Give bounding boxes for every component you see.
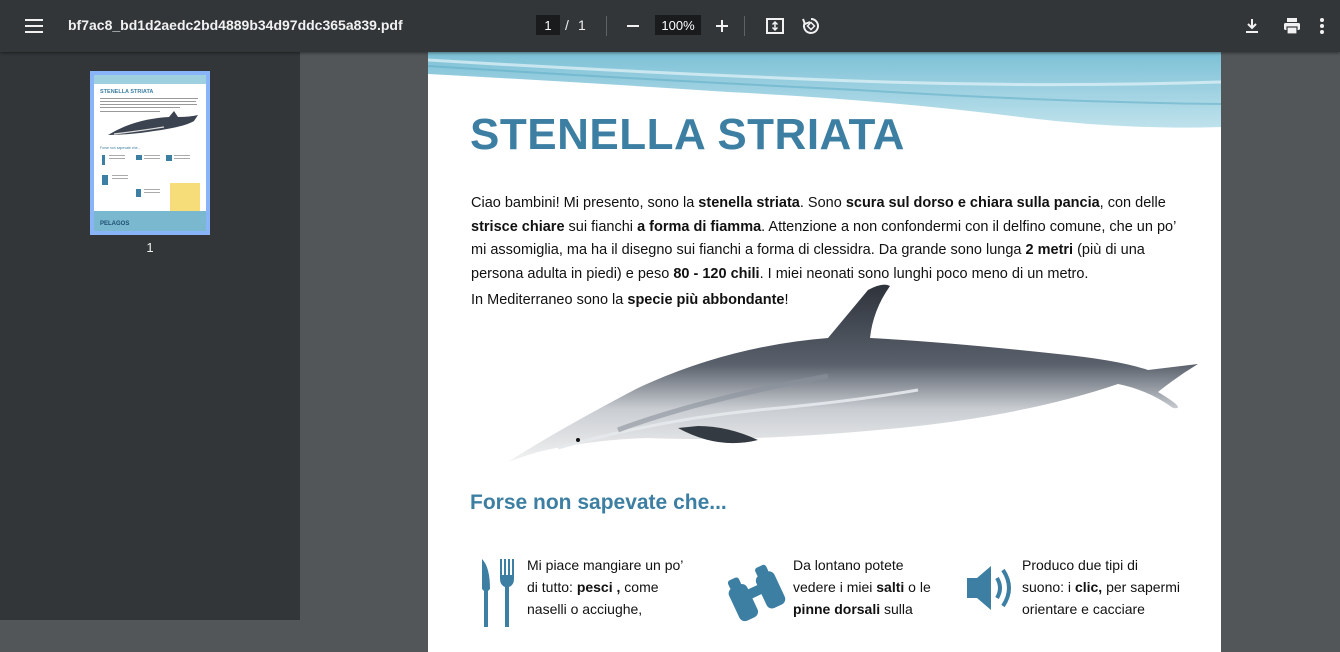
bold-text: stenella striata — [698, 195, 800, 211]
intro-paragraph: Ciao bambini! Mi presento, sono la stene… — [471, 192, 1181, 286]
download-button[interactable] — [1240, 14, 1264, 38]
text-run: o le — [904, 579, 931, 595]
feature-line: di tutto: pesci , come — [527, 576, 683, 598]
feature-sightings: Da lontano potete vedere i miei salti o l… — [793, 554, 931, 620]
fit-to-page-button[interactable] — [763, 14, 787, 38]
bold-text: pesci , — [576, 579, 621, 595]
feature-line: pinne dorsali sulla — [793, 598, 931, 620]
page-number-input[interactable] — [536, 15, 560, 35]
fork-knife-icon — [482, 559, 514, 627]
zoom-level-input[interactable] — [655, 15, 701, 35]
minus-icon — [627, 25, 639, 27]
text-run: sulla — [880, 601, 913, 617]
feature-line: Mi piace mangiare un po’ — [527, 554, 683, 576]
text-run: di tutto: — [527, 579, 577, 595]
plus-icon — [716, 20, 728, 32]
toolbar-divider — [744, 16, 745, 36]
bold-text: a forma di fiamma — [637, 218, 762, 235]
binoculars-icon — [727, 564, 786, 622]
zoom-in-button[interactable] — [710, 14, 734, 38]
feature-line: orientare e cacciare — [1022, 598, 1180, 620]
rotate-icon — [802, 18, 819, 34]
bold-text: salti — [876, 579, 905, 595]
feature-line: Da lontano potete — [793, 554, 931, 576]
speaker-icon — [967, 566, 1011, 610]
feature-line: naselli o acciughe, — [527, 598, 683, 620]
bold-text: 2 metri — [1025, 242, 1074, 258]
page-count: 1 — [578, 17, 586, 33]
page-separator: / — [565, 17, 569, 33]
zoom-out-button[interactable] — [621, 14, 645, 38]
feature-diet: Mi piace mangiare un po’ di tutto: pesci … — [527, 554, 683, 620]
text-run: come — [620, 579, 659, 595]
thumbnail-page-number: 1 — [146, 240, 154, 255]
text-run: vedere i miei — [793, 579, 877, 595]
text-run: Mi piace mangiare un po’ — [527, 557, 684, 573]
text-run: sui fianchi — [564, 218, 638, 235]
more-vert-icon — [1320, 18, 1324, 34]
printer-icon — [1284, 18, 1300, 35]
print-button[interactable] — [1280, 14, 1304, 38]
text-run: Ciao bambini! Mi presento, sono la — [471, 195, 699, 211]
striped-dolphin-illustration — [508, 284, 1198, 462]
bold-text: clic, — [1074, 579, 1103, 595]
document-heading: STENELLA STRIATA — [470, 110, 905, 159]
feature-line: suono: i clic, per sapermi — [1022, 576, 1180, 598]
thumbnail-preview: STENELLA STRIATA Forse non sapevate che.… — [94, 75, 206, 231]
rotate-button[interactable] — [799, 14, 823, 38]
thumbnail-title: STENELLA STRIATA — [100, 89, 153, 95]
text-run: . Sono — [799, 195, 846, 211]
fit-page-icon — [766, 18, 784, 34]
bold-text: strisce chiare — [471, 218, 565, 235]
thumbnail-sidebar: STENELLA STRIATA Forse non sapevate che.… — [0, 52, 300, 620]
download-icon — [1246, 19, 1258, 33]
feature-line: vedere i miei salti o le — [793, 576, 931, 598]
bold-text: pinne dorsali — [793, 601, 881, 617]
document-title: bf7ac8_bd1d2aedc2bd4889b34d97ddc365a839.… — [68, 17, 403, 33]
feature-line: Produco due tipi di — [1022, 554, 1180, 576]
thumbnail-logo: PELAGOS — [100, 221, 129, 227]
text-run: Da lontano potete — [793, 557, 904, 573]
text-run: Produco due tipi di — [1022, 557, 1138, 573]
section-heading: Forse non sapevate che... — [470, 491, 727, 514]
menu-icon[interactable] — [22, 14, 46, 38]
pdf-toolbar: bf7ac8_bd1d2aedc2bd4889b34d97ddc365a839.… — [0, 0, 1340, 52]
thumbnail-section: Forse non sapevate che... — [100, 146, 140, 150]
feature-sounds: Produco due tipi di suono: i clic, per sa… — [1022, 554, 1180, 620]
text-run: , con delle — [1099, 195, 1166, 211]
bold-text: scura sul dorso e chiara sulla pancia — [845, 195, 1100, 211]
text-run: suono: i — [1022, 579, 1075, 595]
text-run: per sapermi — [1102, 579, 1180, 595]
text-run: orientare e cacciare — [1022, 601, 1145, 617]
text-run: naselli o acciughe, — [527, 601, 643, 617]
more-options-button[interactable] — [1310, 14, 1334, 38]
pdf-page: STENELLA STRIATA Ciao bambini! Mi presen… — [428, 52, 1221, 652]
toolbar-divider — [606, 16, 607, 36]
page-thumbnail[interactable]: STENELLA STRIATA Forse non sapevate che.… — [90, 71, 210, 235]
